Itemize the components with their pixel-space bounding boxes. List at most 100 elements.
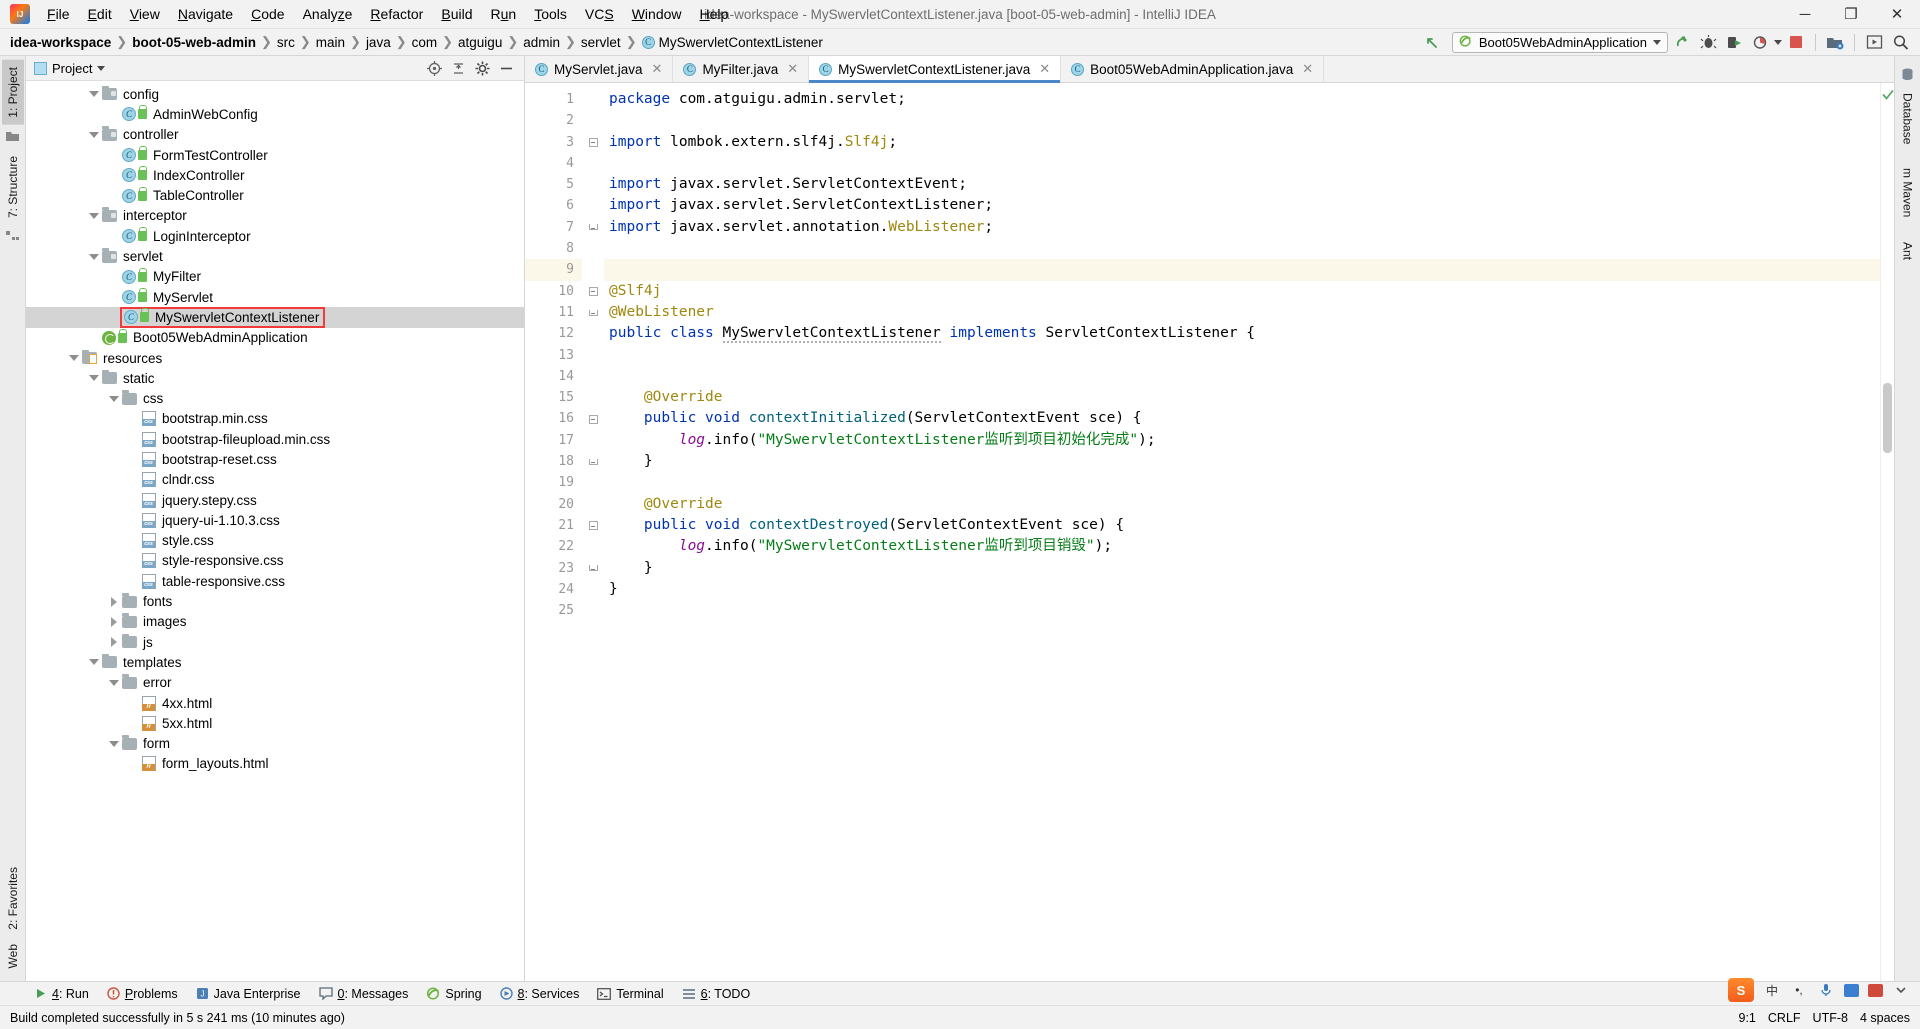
line-number[interactable]: 22 [525, 536, 582, 557]
code-line[interactable]: } [604, 451, 1880, 472]
code-fold-handle[interactable] [582, 408, 604, 429]
menu-item-window[interactable]: Window [623, 3, 691, 25]
line-number[interactable]: 12 [525, 323, 582, 344]
tree-node[interactable]: CMySwervletContextListener [26, 307, 524, 327]
code-line[interactable]: } [604, 558, 1880, 579]
line-number[interactable]: 4 [525, 153, 582, 174]
tree-item-content[interactable]: fonts [122, 594, 172, 609]
breadcrumb-item-main[interactable]: main [316, 35, 345, 50]
stop-icon[interactable] [1784, 31, 1808, 53]
close-icon[interactable]: ✕ [1302, 61, 1313, 77]
tree-node[interactable]: jquery.stepy.css [26, 490, 524, 510]
minimize-button[interactable]: ─ [1782, 0, 1828, 28]
code-fold-handle[interactable] [582, 451, 604, 472]
sidebar-item-web[interactable]: Web [2, 937, 24, 975]
sidebar-item-project[interactable]: 1: Project [2, 60, 24, 125]
tree-node[interactable]: style.css [26, 531, 524, 551]
tree-node[interactable]: config [26, 84, 524, 104]
sidebar-item-structure[interactable]: 7: Structure [2, 149, 24, 225]
line-number[interactable]: 15 [525, 387, 582, 408]
tree-node[interactable]: error [26, 673, 524, 693]
punctuation-icon[interactable]: •, [1790, 981, 1808, 999]
project-files-icon[interactable] [6, 131, 20, 143]
tool-window-messages[interactable]: 0: Messages [311, 985, 417, 1003]
breadcrumb-item-idea-workspace[interactable]: idea-workspace [10, 35, 111, 50]
tree-node[interactable]: 5xx.html [26, 713, 524, 733]
debug-icon[interactable] [1696, 31, 1720, 53]
profiler-icon[interactable] [1748, 31, 1772, 53]
locate-icon[interactable] [427, 61, 442, 76]
keyboard-icon[interactable] [1844, 984, 1859, 997]
tree-item-content[interactable]: interceptor [102, 208, 187, 223]
code-fold-handle[interactable] [582, 302, 604, 323]
line-number[interactable]: 21 [525, 515, 582, 536]
caret-position[interactable]: 9:1 [1739, 1011, 1756, 1025]
code-fold-handle[interactable] [582, 217, 604, 238]
collapse-all-icon[interactable] [451, 61, 466, 76]
tree-expand-down-icon[interactable] [106, 741, 122, 747]
line-number[interactable]: 1 [525, 89, 582, 110]
breadcrumb-item-src[interactable]: src [277, 35, 295, 50]
breadcrumb-item-myswervletcontextlistener[interactable]: CMySwervletContextListener [642, 35, 823, 50]
code-line[interactable] [604, 345, 1880, 366]
line-number-gutter[interactable]: 1234567891011121314151617181920212223242… [525, 83, 582, 981]
line-number[interactable]: 9 [525, 259, 582, 280]
tree-item-content[interactable]: config [102, 87, 159, 102]
code-line[interactable]: package com.atguigu.admin.servlet; [604, 89, 1880, 110]
project-tree[interactable]: configCAdminWebConfigcontrollerCFormTest… [26, 81, 524, 981]
tree-expand-right-icon[interactable] [106, 637, 122, 647]
breadcrumb-item-boot-05-web-admin[interactable]: boot-05-web-admin [132, 35, 256, 50]
line-number[interactable]: 10 [525, 281, 582, 302]
code-folding-column[interactable] [582, 83, 604, 981]
tree-node[interactable]: jquery-ui-1.10.3.css [26, 510, 524, 530]
line-number[interactable]: 11 [525, 302, 582, 323]
code-line[interactable]: import javax.servlet.annotation.WebListe… [604, 217, 1880, 238]
tree-item-content[interactable]: CMyServlet [122, 290, 213, 305]
tree-item-content[interactable]: static [102, 371, 155, 386]
sidebar-item-favorites[interactable]: 2: Favorites [2, 860, 24, 937]
code-fold-handle[interactable] [582, 281, 604, 302]
tree-item-content[interactable]: CFormTestController [122, 148, 268, 163]
code-line[interactable]: @Override [604, 494, 1880, 515]
search-everywhere-icon[interactable] [1888, 31, 1912, 53]
code-line[interactable] [604, 600, 1880, 621]
sidebar-item-database[interactable]: Database [1897, 86, 1919, 151]
editor-scrollbar-strip[interactable] [1880, 83, 1894, 981]
tree-expand-right-icon[interactable] [106, 597, 122, 607]
code-line[interactable]: log.info("MySwervletContextListener监听到项目… [604, 536, 1880, 557]
tool-window-terminal[interactable]: Terminal [589, 985, 671, 1003]
close-icon[interactable]: ✕ [652, 61, 663, 77]
code-fold-handle[interactable] [582, 515, 604, 536]
indent-setting[interactable]: 4 spaces [1860, 1011, 1910, 1025]
maximize-button[interactable]: ❐ [1828, 0, 1874, 28]
tree-item-content[interactable]: clndr.css [142, 472, 215, 487]
update-project-icon[interactable] [1823, 31, 1847, 53]
tree-node[interactable]: 4xx.html [26, 693, 524, 713]
tree-node[interactable]: CLoginInterceptor [26, 226, 524, 246]
close-button[interactable]: ✕ [1874, 0, 1920, 28]
tool-window-spring[interactable]: Spring [418, 985, 489, 1003]
code-line[interactable]: log.info("MySwervletContextListener监听到项目… [604, 430, 1880, 451]
tree-item-content[interactable]: Boot05WebAdminApplication [102, 330, 308, 345]
tree-item-content[interactable]: error [122, 675, 172, 690]
tool-window-problems[interactable]: Problems [99, 985, 186, 1003]
line-number[interactable]: 17 [525, 430, 582, 451]
menu-item-view[interactable]: View [121, 3, 169, 25]
tree-expand-down-icon[interactable] [86, 132, 102, 138]
code-line[interactable] [604, 110, 1880, 131]
tree-node[interactable]: CTableController [26, 185, 524, 205]
tree-item-content[interactable]: bootstrap-reset.css [142, 452, 277, 467]
tree-item-content[interactable]: jquery-ui-1.10.3.css [142, 513, 280, 528]
menu-item-tools[interactable]: Tools [525, 3, 576, 25]
tree-item-content[interactable]: 5xx.html [142, 716, 212, 731]
tree-node[interactable]: controller [26, 125, 524, 145]
line-number[interactable]: 19 [525, 472, 582, 493]
code-line[interactable] [604, 259, 1880, 280]
tree-expand-down-icon[interactable] [86, 213, 102, 219]
breadcrumb-item-atguigu[interactable]: atguigu [458, 35, 502, 50]
breadcrumb-item-com[interactable]: com [412, 35, 438, 50]
menu-item-analyze[interactable]: Analyze [294, 3, 362, 25]
tree-node[interactable]: images [26, 612, 524, 632]
tree-node[interactable]: bootstrap-fileupload.min.css [26, 429, 524, 449]
settings-gear-icon[interactable] [475, 61, 490, 76]
